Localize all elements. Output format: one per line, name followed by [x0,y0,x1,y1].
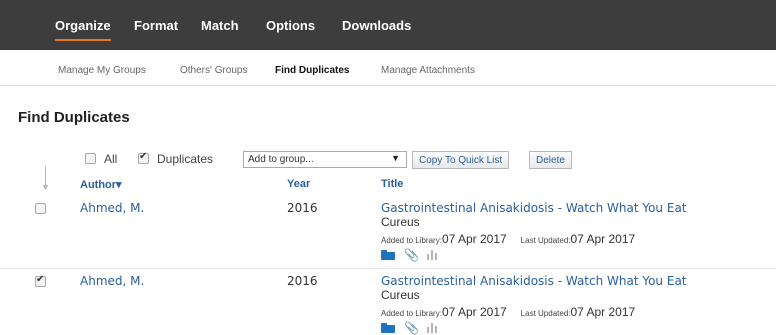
added-date: 07 Apr 2017 [441,232,507,246]
paperclip-icon[interactable]: 📎 [404,249,419,261]
row-journal: Cureus [381,215,420,229]
select-all-checkbox[interactable] [85,153,96,164]
subnav-manage-my-groups[interactable]: Manage My Groups [58,65,146,76]
row-title[interactable]: Gastrointestinal Anisakidosis - Watch Wh… [381,274,687,288]
duplicates-checkbox[interactable] [138,151,149,164]
sort-descending-icon: ▾ [116,179,122,191]
row-checkbox[interactable] [35,203,46,214]
tab-format[interactable]: Format [134,18,178,33]
tab-match[interactable]: Match [201,18,239,33]
reference-row: Ahmed, M. 2016 Gastrointestinal Anisakid… [0,268,776,334]
column-header-author-label: Author [80,179,117,191]
subnav-find-duplicates[interactable]: Find Duplicates [275,65,349,76]
row-journal: Cureus [381,288,420,302]
row-checkbox[interactable] [35,274,46,287]
subnav-manage-attachments[interactable]: Manage Attachments [381,65,475,76]
column-header-year[interactable]: Year [287,178,310,190]
added-label: Added to Library: [381,236,442,245]
duplicates-label: Duplicates [157,152,214,166]
updated-date: 07 Apr 2017 [570,232,636,246]
row-year: 2016 [287,274,318,288]
bar-chart-icon[interactable] [427,323,439,333]
updated-label: Last Updated: [520,309,571,318]
row-title[interactable]: Gastrointestinal Anisakidosis - Watch Wh… [381,201,687,215]
row-author[interactable]: Ahmed, M. [80,274,144,288]
folder-icon[interactable] [381,250,395,260]
tab-options[interactable]: Options [266,18,315,33]
select-down-arrow-icon: ▼ [40,166,52,192]
row-author[interactable]: Ahmed, M. [80,201,144,215]
row-dates: Added to Library:07 Apr 2017 Last Updated… [381,305,635,319]
reference-row: Ahmed, M. 2016 Gastrointestinal Anisakid… [0,196,776,262]
column-header-title[interactable]: Title [381,178,403,190]
dropdown-caret-icon: ▼ [391,153,400,163]
updated-date: 07 Apr 2017 [570,305,636,319]
row-year: 2016 [287,201,318,215]
folder-icon[interactable] [381,323,395,333]
delete-button[interactable]: Delete [529,151,572,169]
sub-navigation: Manage My Groups Others' Groups Find Dup… [0,50,776,86]
subnav-others-groups[interactable]: Others' Groups [180,65,248,76]
tab-organize[interactable]: Organize [55,18,111,41]
copy-to-quick-list-button[interactable]: Copy To Quick List [412,151,510,169]
paperclip-icon[interactable]: 📎 [404,322,419,334]
top-navigation-bar: Organize Format Match Options Downloads [0,0,776,50]
tab-downloads[interactable]: Downloads [342,18,411,33]
add-to-group-value: Add to group... [248,154,314,165]
page-title: Find Duplicates [18,109,130,126]
added-date: 07 Apr 2017 [441,305,507,319]
updated-label: Last Updated: [520,236,571,245]
column-header-author[interactable]: Author▾ [80,178,122,191]
select-all-label: All [104,152,118,166]
row-dates: Added to Library:07 Apr 2017 Last Updated… [381,232,635,246]
add-to-group-select[interactable]: Add to group... ▼ [243,151,407,168]
bar-chart-icon[interactable] [427,250,439,260]
added-label: Added to Library: [381,309,442,318]
